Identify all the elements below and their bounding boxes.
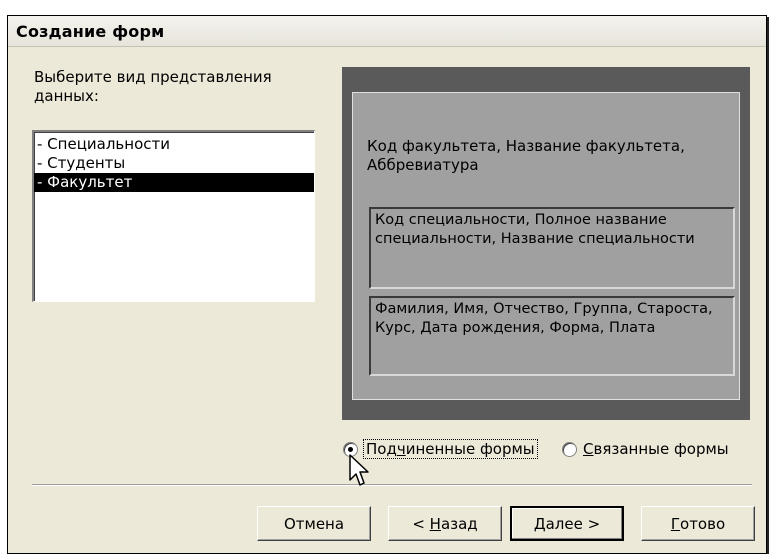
- linked-forms-radio[interactable]: [562, 441, 577, 457]
- back-button[interactable]: < Назад: [388, 506, 502, 541]
- linked-forms-option[interactable]: Связанные формы: [562, 440, 729, 458]
- main-form-preview: Код факультета, Название факультета, Абб…: [352, 92, 740, 400]
- finish-button[interactable]: Готово: [641, 506, 755, 541]
- list-item-specialties[interactable]: - Специальности: [34, 135, 314, 154]
- subforms-option[interactable]: Подчиненные формы: [343, 439, 538, 459]
- subforms-radio-label[interactable]: Подчиненные формы: [363, 439, 538, 459]
- cancel-button[interactable]: Отмена: [257, 506, 371, 541]
- subform-preview-students: Фамилия, Имя, Отчество, Группа, Староста…: [369, 296, 735, 376]
- view-prompt-label: Выберите вид представления данных:: [34, 68, 272, 105]
- list-item-faculty[interactable]: - Факультет: [34, 173, 314, 192]
- linked-forms-radio-label[interactable]: Связанные формы: [583, 440, 729, 458]
- mouse-pointer-icon: [349, 454, 369, 486]
- separator-line: [32, 484, 752, 486]
- form-wizard-dialog: Создание форм Выберите вид представления…: [7, 15, 767, 554]
- list-item-students[interactable]: - Студенты: [34, 154, 314, 173]
- subform-preview-specialties: Код специальности, Полное название специ…: [369, 207, 735, 289]
- title-bar[interactable]: Создание форм: [8, 16, 766, 47]
- dialog-title: Создание форм: [16, 22, 165, 41]
- layout-preview-panel: Код факультета, Название факультета, Абб…: [342, 67, 750, 420]
- next-button[interactable]: Далее >: [510, 506, 624, 541]
- main-form-fields: Код факультета, Название факультета, Абб…: [367, 137, 685, 174]
- data-view-listbox[interactable]: - Специальности - Студенты - Факультет: [32, 130, 315, 302]
